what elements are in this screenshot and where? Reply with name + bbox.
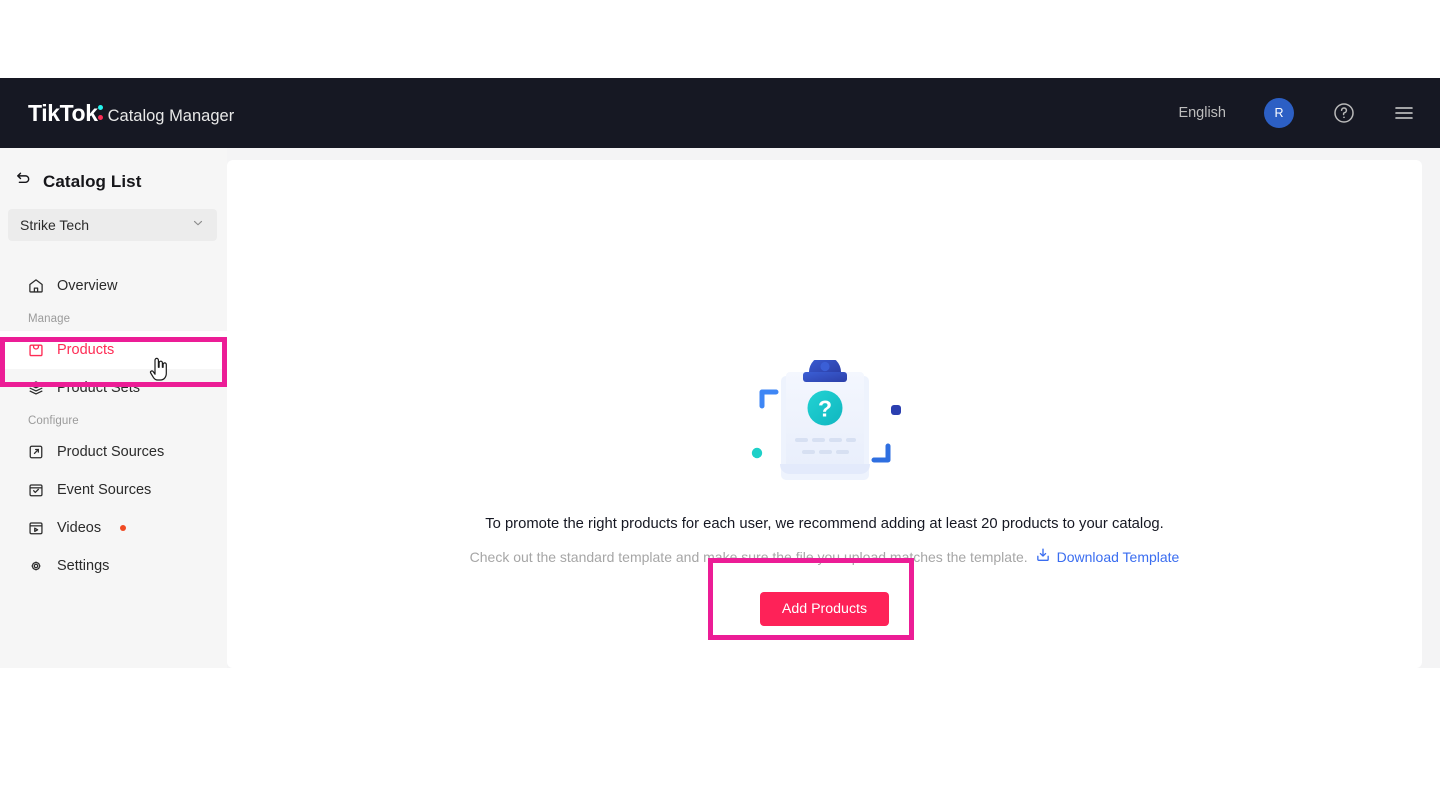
- question-mark-glyph: ?: [817, 396, 831, 422]
- home-icon: [26, 277, 45, 296]
- download-template-link[interactable]: Download Template: [1035, 547, 1180, 566]
- sidebar-group-configure: Configure: [28, 415, 79, 427]
- sidebar-group-manage: Manage: [28, 313, 71, 325]
- chevron-down-icon: [191, 216, 205, 235]
- empty-state-primary-message: To promote the right products for each u…: [485, 516, 1164, 532]
- sidebar: Catalog List Strike Tech Overview Manage: [0, 148, 227, 668]
- question-circle-icon[interactable]: [1332, 101, 1356, 125]
- empty-state-clipboard-question-illustration: ?: [740, 356, 910, 490]
- sidebar-item-label: Event Sources: [57, 482, 152, 498]
- videos-notification-dot: [120, 525, 127, 531]
- sidebar-item-label: Videos: [57, 520, 102, 536]
- download-template-label: Download Template: [1056, 548, 1180, 565]
- add-products-button[interactable]: Add Products: [759, 592, 890, 626]
- product-name-label: Catalog Manager: [107, 106, 235, 125]
- tiktok-logo-colon-icon: [97, 103, 105, 121]
- page-title: Catalog List: [43, 171, 142, 191]
- avatar[interactable]: R: [1264, 98, 1294, 128]
- video-icon: [26, 519, 45, 538]
- settings-gear-icon: [26, 557, 45, 576]
- sidebar-item-product-sources[interactable]: Product Sources: [0, 433, 227, 471]
- org-selector-value: Strike Tech: [20, 217, 89, 233]
- brand-area[interactable]: TikTok Catalog Manager: [28, 100, 234, 127]
- sidebar-item-label: Overview: [57, 278, 118, 294]
- download-icon: [1035, 547, 1051, 566]
- empty-state-secondary-text: Check out the standard template and make…: [469, 548, 1028, 565]
- product-source-icon: [26, 443, 45, 462]
- event-source-icon: [26, 481, 45, 500]
- tiktok-logo: TikTok: [28, 100, 105, 127]
- sidebar-item-label: Product Sources: [57, 444, 165, 460]
- avatar-initial: R: [1274, 106, 1284, 120]
- empty-state: ? To promote the right products for each…: [227, 356, 1422, 640]
- layers-icon: [26, 379, 45, 398]
- sidebar-item-settings[interactable]: Settings: [0, 547, 227, 585]
- shopping-bag-icon: [26, 341, 45, 360]
- sidebar-item-product-sets[interactable]: Product Sets: [0, 369, 227, 407]
- add-products-row: Add Products: [707, 558, 914, 640]
- sidebar-nav: Overview Manage Products Product Sets Co…: [0, 267, 227, 585]
- sidebar-item-overview[interactable]: Overview: [0, 267, 227, 305]
- back-arrow-icon[interactable]: [14, 170, 32, 193]
- sidebar-item-videos[interactable]: Videos: [0, 509, 227, 547]
- hamburger-menu-icon[interactable]: [1392, 101, 1416, 125]
- sidebar-item-products[interactable]: Products: [0, 331, 227, 369]
- empty-state-secondary-message: Check out the standard template and make…: [469, 547, 1180, 566]
- breadcrumb[interactable]: Catalog List: [0, 148, 227, 193]
- org-selector[interactable]: Strike Tech: [8, 209, 217, 241]
- sidebar-item-label: Products: [57, 342, 115, 358]
- top-header-bar: TikTok Catalog Manager English R: [0, 78, 1440, 148]
- sidebar-item-event-sources[interactable]: Event Sources: [0, 471, 227, 509]
- header-actions: English R: [1178, 98, 1416, 128]
- language-selector[interactable]: English: [1178, 105, 1226, 121]
- mouse-cursor-pointer-icon: [148, 357, 170, 388]
- app-root: TikTok Catalog Manager English R Catalog…: [0, 0, 1440, 810]
- main-content-card: ? To promote the right products for each…: [227, 160, 1422, 668]
- sidebar-item-label: Product Sets: [57, 380, 141, 396]
- sidebar-item-label: Settings: [57, 558, 110, 574]
